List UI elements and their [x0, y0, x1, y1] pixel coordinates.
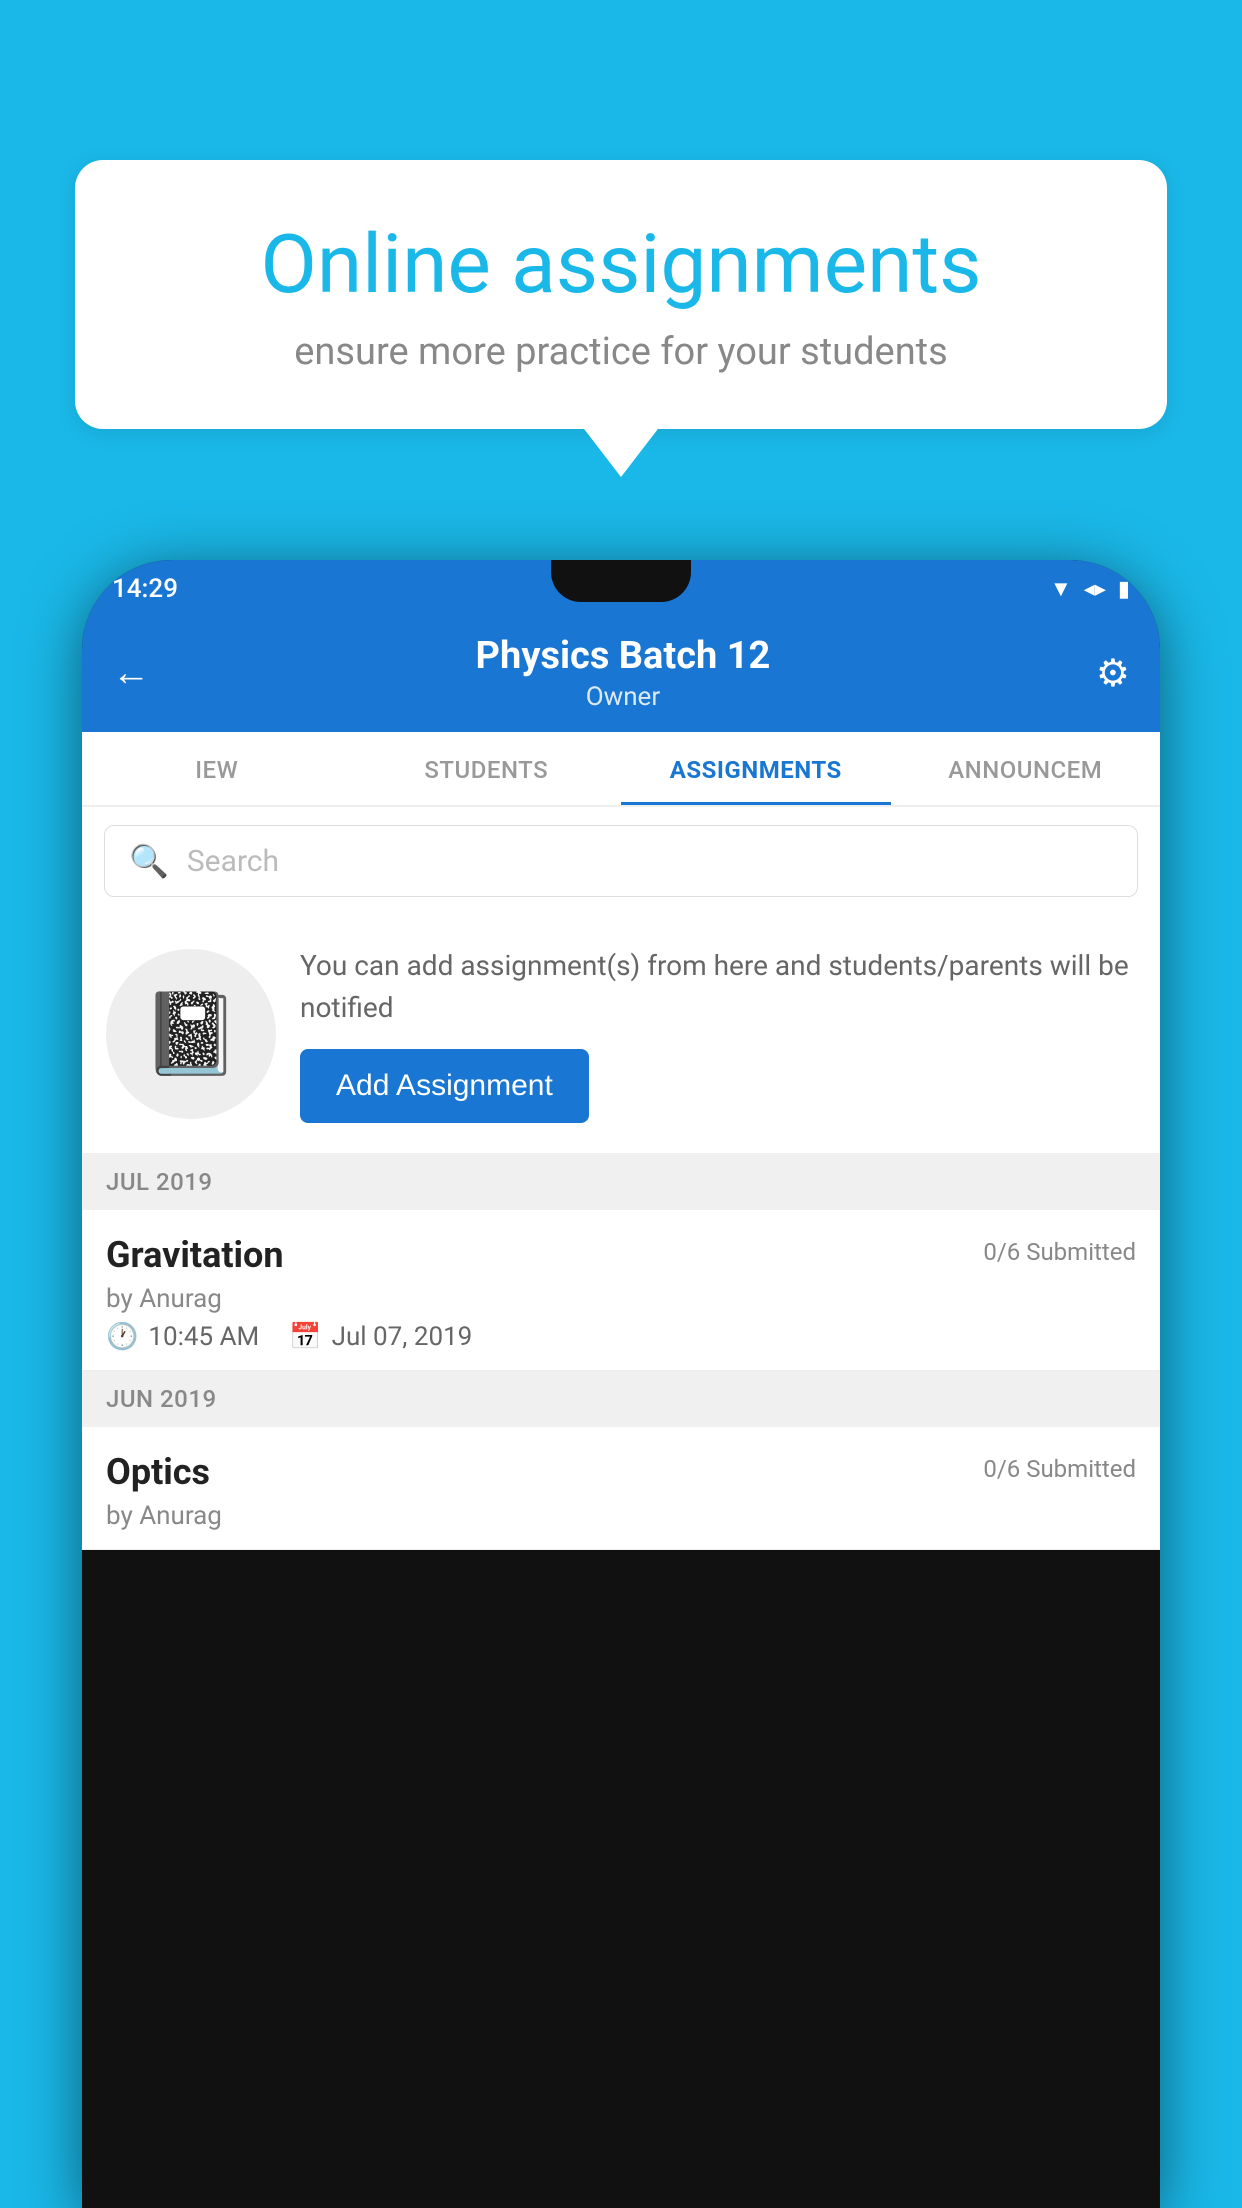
assignment-date-gravitation: 📅 Jul 07, 2019 [289, 1322, 472, 1352]
header-title: Physics Batch 12 [150, 634, 1096, 678]
assignment-title-optics: Optics [106, 1451, 210, 1493]
search-placeholder: Search [187, 844, 279, 879]
assignment-top: Gravitation 0/6 Submitted [106, 1234, 1136, 1276]
bubble-subtitle: ensure more practice for your students [145, 330, 1097, 374]
settings-button[interactable]: ⚙ [1096, 651, 1130, 696]
back-button[interactable]: ← [112, 651, 150, 695]
wifi-icon: ▼ [1050, 576, 1072, 602]
notebook-icon: 📓 [141, 987, 241, 1081]
phone-notch [551, 560, 691, 602]
assignment-by-optics: by Anurag [106, 1501, 1136, 1531]
battery-icon: ▮ [1118, 577, 1130, 602]
tab-announcements[interactable]: ANNOUNCEM [891, 732, 1161, 805]
assignment-item-gravitation[interactable]: Gravitation 0/6 Submitted by Anurag 🕐 10… [82, 1210, 1160, 1371]
tab-students[interactable]: STUDENTS [352, 732, 622, 805]
calendar-icon: 📅 [289, 1322, 321, 1352]
assignment-submitted-gravitation: 0/6 Submitted [983, 1238, 1136, 1266]
header-subtitle: Owner [150, 682, 1096, 712]
time-value-gravitation: 10:45 AM [148, 1322, 259, 1352]
status-icons: ▼ ◂▸ ▮ [1050, 576, 1130, 602]
signal-icon: ◂▸ [1084, 577, 1106, 602]
add-assignment-promo: 📓 You can add assignment(s) from here an… [82, 915, 1160, 1154]
tab-overview[interactable]: IEW [82, 732, 352, 805]
speech-bubble-card: Online assignments ensure more practice … [75, 160, 1167, 429]
assignment-top-optics: Optics 0/6 Submitted [106, 1451, 1136, 1493]
section-header-jun: JUN 2019 [82, 1371, 1160, 1427]
assignment-submitted-optics: 0/6 Submitted [983, 1455, 1136, 1483]
assignment-title-gravitation: Gravitation [106, 1234, 284, 1276]
tabs-bar: IEW STUDENTS ASSIGNMENTS ANNOUNCEM [82, 732, 1160, 807]
status-time: 14:29 [112, 574, 178, 604]
assignment-dates-gravitation: 🕐 10:45 AM 📅 Jul 07, 2019 [106, 1322, 1136, 1352]
app-header: ← Physics Batch 12 Owner ⚙ [82, 618, 1160, 732]
assignment-time-gravitation: 🕐 10:45 AM [106, 1322, 259, 1352]
promo-content: You can add assignment(s) from here and … [300, 945, 1136, 1123]
clock-icon: 🕐 [106, 1322, 138, 1352]
search-icon: 🔍 [129, 842, 169, 880]
assignment-item-optics[interactable]: Optics 0/6 Submitted by Anurag [82, 1427, 1160, 1550]
promo-text: You can add assignment(s) from here and … [300, 945, 1136, 1029]
bubble-title: Online assignments [145, 220, 1097, 310]
search-bar[interactable]: 🔍 Search [104, 825, 1138, 897]
date-value-gravitation: Jul 07, 2019 [332, 1322, 473, 1352]
status-bar: 14:29 ▼ ◂▸ ▮ [82, 560, 1160, 618]
header-center: Physics Batch 12 Owner [150, 634, 1096, 712]
section-header-jul: JUL 2019 [82, 1154, 1160, 1210]
add-assignment-button[interactable]: Add Assignment [300, 1049, 589, 1123]
assignment-by-gravitation: by Anurag [106, 1284, 1136, 1314]
tab-assignments[interactable]: ASSIGNMENTS [621, 732, 891, 805]
promo-icon-circle: 📓 [106, 949, 276, 1119]
screen-content: 🔍 Search 📓 You can add assignment(s) fro… [82, 807, 1160, 1550]
phone-frame: 14:29 ▼ ◂▸ ▮ ← Physics Batch 12 Owner ⚙ … [82, 560, 1160, 2208]
search-bar-container: 🔍 Search [82, 807, 1160, 915]
